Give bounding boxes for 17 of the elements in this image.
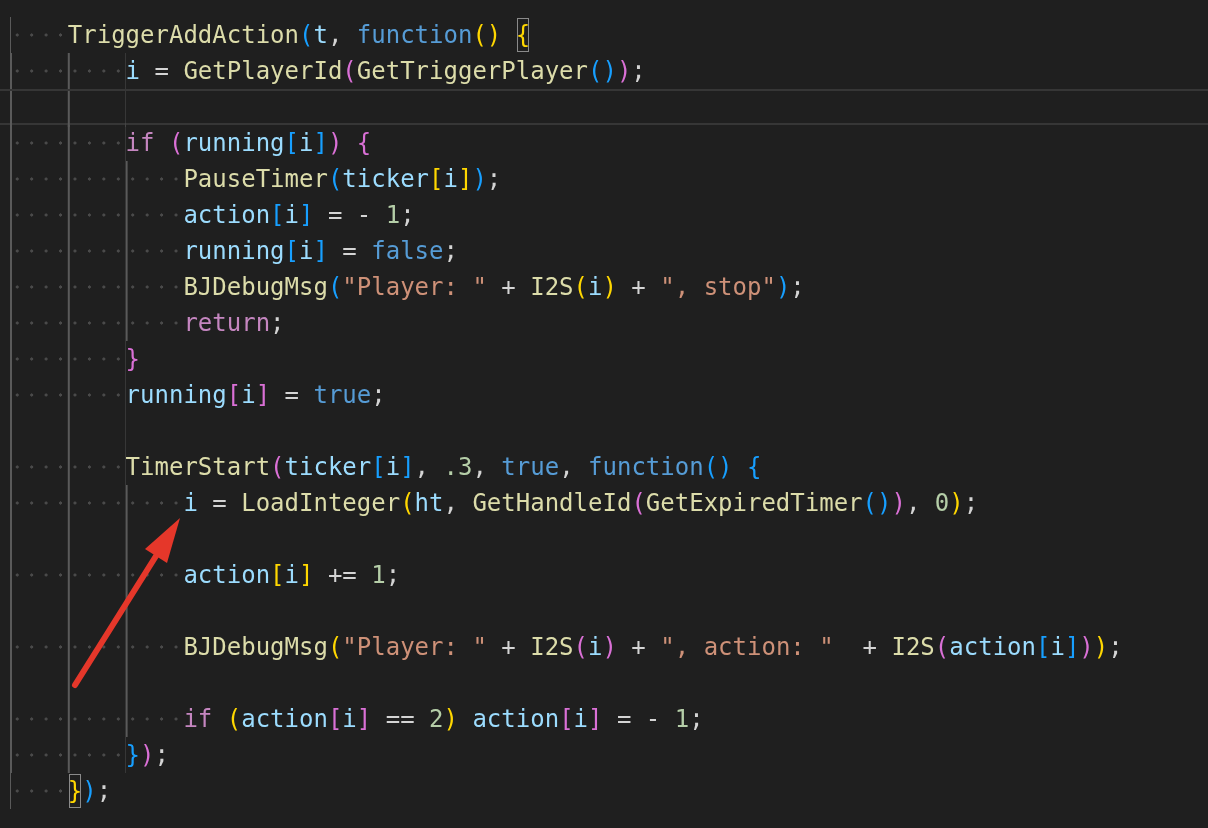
code-line: action[i] += 1;	[0, 557, 1208, 593]
code-line: i = LoadInteger(ht, GetHandleId(GetExpiredTimer()), 0);	[0, 485, 1208, 521]
code-line: });	[0, 773, 1208, 809]
code-line: running[i] = true;	[0, 377, 1208, 413]
code-line: TimerStart(ticker[i], .3, true, function() {	[0, 449, 1208, 485]
code-line: });	[0, 737, 1208, 773]
code-line: if (running[i]) {	[0, 125, 1208, 161]
code-line: }	[0, 341, 1208, 377]
code-line: PauseTimer(ticker[i]);	[0, 161, 1208, 197]
code-line: action[i] = - 1;	[0, 197, 1208, 233]
code-line: running[i] = false;	[0, 233, 1208, 269]
code-line: i = GetPlayerId(GetTriggerPlayer());	[0, 53, 1208, 89]
code-line: BJDebugMsg("Player: " + I2S(i) + ", stop");	[0, 269, 1208, 305]
code-line: if (action[i] == 2) action[i] = - 1;	[0, 701, 1208, 737]
code-line: return;	[0, 305, 1208, 341]
code-line: BJDebugMsg("Player: " + I2S(i) + ", action: " + I2S(action[i]));	[0, 629, 1208, 665]
code-line: TriggerAddAction(t, function() {	[0, 17, 1208, 53]
